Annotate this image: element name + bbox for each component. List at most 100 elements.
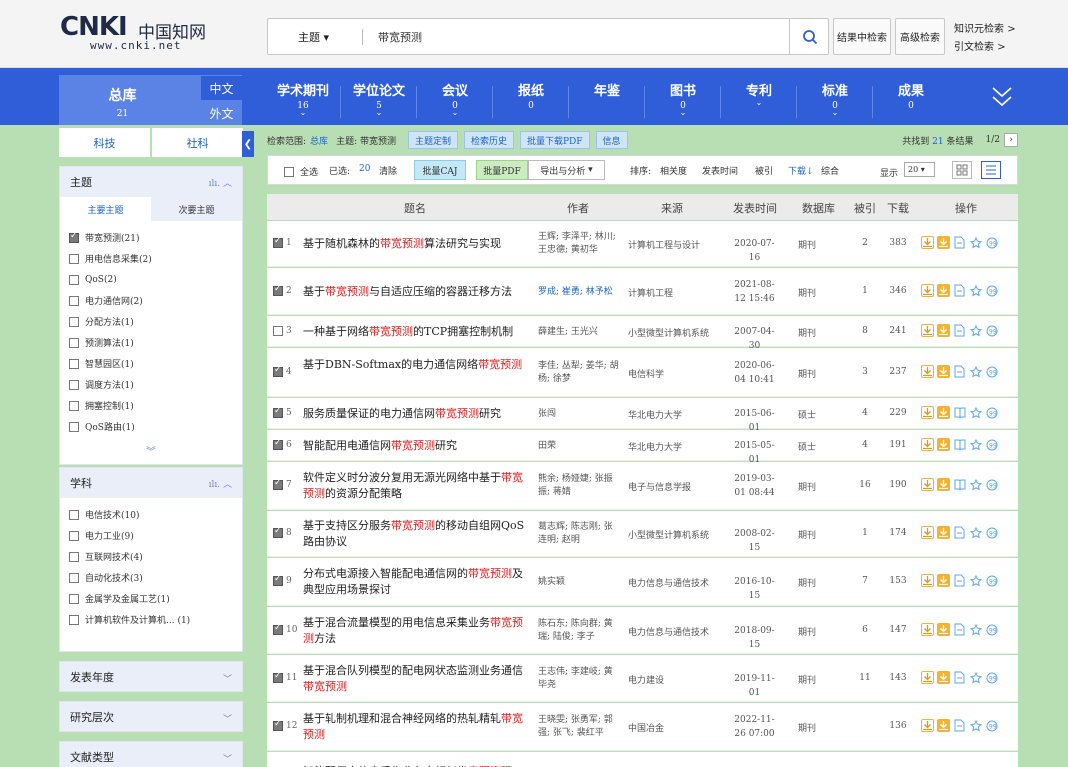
- download-icon[interactable]: [921, 671, 934, 684]
- batch-caj-button[interactable]: 批量CAJ: [414, 160, 466, 180]
- cite-icon[interactable]: 99: [985, 236, 998, 249]
- star-icon[interactable]: [969, 324, 982, 337]
- subject-filter-header[interactable]: 学科 ılı. ︿: [60, 468, 242, 498]
- source-link[interactable]: 华北电力大学: [628, 440, 732, 453]
- cite-icon[interactable]: 99: [985, 478, 998, 491]
- checkbox[interactable]: [69, 253, 79, 264]
- col-date[interactable]: 发表时间: [733, 200, 777, 216]
- row-select[interactable]: 9: [273, 574, 292, 586]
- checkbox[interactable]: [273, 623, 283, 635]
- result-search-button[interactable]: 结果中检索: [833, 18, 891, 55]
- checkbox[interactable]: [273, 406, 283, 418]
- paper-title-link[interactable]: 服务质量保证的电力通信网带宽预测研究: [303, 406, 525, 422]
- checkbox[interactable]: [69, 530, 79, 541]
- checkbox[interactable]: [284, 166, 294, 177]
- chart-chevron-up-icon[interactable]: ılı. ︿: [209, 477, 232, 490]
- checkbox[interactable]: [69, 337, 79, 348]
- row-select[interactable]: 10: [273, 623, 297, 635]
- nav-tab[interactable]: 年鉴: [569, 80, 645, 124]
- download-icon[interactable]: [921, 623, 934, 636]
- html-read-icon[interactable]: [953, 623, 966, 636]
- paper-title-link[interactable]: 软件定义时分波分复用无源光网络中基于带宽预测的资源分配策略: [303, 470, 525, 502]
- download-pdf-icon[interactable]: [937, 236, 950, 249]
- row-select[interactable]: 4: [273, 365, 292, 377]
- read-online-icon[interactable]: [953, 438, 966, 451]
- author-list[interactable]: 葛志辉; 陈志刚; 张连明; 赵明: [538, 521, 620, 547]
- filter-item[interactable]: 金属学及金属工艺(1): [60, 588, 242, 609]
- nav-tab[interactable]: 图书 0 ⌄: [645, 80, 721, 124]
- checkbox[interactable]: [69, 379, 79, 390]
- nav-tab[interactable]: 学术期刊 16 ⌄: [265, 80, 341, 124]
- cite-icon[interactable]: 99: [985, 671, 998, 684]
- filter-item[interactable]: 智慧园区(1): [60, 353, 242, 374]
- cite-icon[interactable]: 99: [985, 574, 998, 587]
- download-icon[interactable]: [921, 719, 934, 732]
- source-link[interactable]: 电力信息与通信技术: [628, 576, 732, 589]
- row-select[interactable]: 7: [273, 478, 292, 490]
- star-icon[interactable]: [969, 236, 982, 249]
- html-read-icon[interactable]: [953, 671, 966, 684]
- filter-item[interactable]: 用电信息采集(2): [60, 248, 242, 269]
- star-icon[interactable]: [969, 719, 982, 732]
- html-read-icon[interactable]: [953, 324, 966, 337]
- row-select[interactable]: 1: [273, 236, 292, 248]
- col-title[interactable]: 题名: [404, 200, 426, 216]
- filter-item[interactable]: 拥塞控制(1): [60, 395, 242, 416]
- author-list[interactable]: 张闯: [538, 408, 620, 421]
- row-select[interactable]: 6: [273, 438, 292, 450]
- source-link[interactable]: 中国冶金: [628, 721, 732, 734]
- sort-cited[interactable]: 被引: [755, 164, 773, 177]
- citation-search-link[interactable]: 引文检索 >: [954, 38, 1006, 53]
- cited-count[interactable]: 4: [855, 408, 875, 418]
- filter-item[interactable]: QoS(2): [60, 269, 242, 290]
- paper-title-link[interactable]: 一种基于网络带宽预测的TCP拥塞控制机制: [303, 324, 525, 340]
- checkbox[interactable]: [273, 326, 283, 336]
- collapse-sidebar-button[interactable]: ❮: [242, 131, 254, 157]
- read-online-icon[interactable]: [953, 478, 966, 491]
- export-analysis-dropdown[interactable]: 导出与分析 ▾: [528, 160, 605, 180]
- nav-tab[interactable]: 学位论文 5 ⌄: [341, 80, 417, 124]
- col-downloads[interactable]: 下载: [887, 200, 909, 216]
- filter-item[interactable]: 电力通信网(2): [60, 290, 242, 311]
- filter-item[interactable]: 预测算法(1): [60, 332, 242, 353]
- filter-item[interactable]: 调度方法(1): [60, 374, 242, 395]
- year-filter-header[interactable]: 发表年度 ﹀: [59, 661, 243, 692]
- checkbox[interactable]: [69, 421, 79, 432]
- cnki-logo[interactable]: CNKI 中国知网 www.cnki.net: [60, 12, 210, 54]
- row-select[interactable]: 2: [273, 284, 292, 296]
- html-read-icon[interactable]: [953, 719, 966, 732]
- tab-all-library[interactable]: 总库 21: [59, 75, 186, 125]
- row-select[interactable]: 8: [273, 526, 292, 538]
- clear-selection-button[interactable]: 清除: [379, 164, 397, 177]
- html-read-icon[interactable]: [953, 365, 966, 378]
- scope-library[interactable]: 总库: [310, 134, 328, 147]
- checkbox[interactable]: [273, 236, 283, 248]
- paper-title-link[interactable]: 基于带宽预测与自适应压缩的容器迁移方法: [303, 284, 525, 300]
- source-link[interactable]: 电力信息与通信技术: [628, 625, 732, 638]
- cited-count[interactable]: 11: [855, 673, 875, 683]
- batch-pdf-button[interactable]: 批量PDF: [476, 160, 528, 180]
- sort-relevance[interactable]: 相关度: [660, 164, 687, 177]
- col-author[interactable]: 作者: [567, 200, 589, 216]
- cited-count[interactable]: 16: [855, 480, 875, 490]
- cited-count[interactable]: 4: [855, 440, 875, 450]
- paper-title-link[interactable]: 基于混合流量模型的用电信息采集业务带宽预测方法: [303, 615, 525, 647]
- sort-download[interactable]: 下载↓: [788, 164, 814, 177]
- author-list[interactable]: 陈石东; 陈向群; 黄瑞; 陆俊; 李子: [538, 618, 620, 644]
- html-read-icon[interactable]: [953, 574, 966, 587]
- checkbox[interactable]: [273, 284, 283, 296]
- tab-secondary-topic[interactable]: 次要主题: [151, 197, 242, 221]
- download-pdf-icon[interactable]: [937, 623, 950, 636]
- cited-count[interactable]: 2: [855, 238, 875, 248]
- select-all-checkbox[interactable]: 全选: [284, 165, 318, 178]
- paper-title-link[interactable]: 基于DBN-Softmax的电力通信网络带宽预测: [303, 357, 525, 373]
- star-icon[interactable]: [969, 365, 982, 378]
- search-button[interactable]: [789, 18, 829, 55]
- cite-icon[interactable]: 99: [985, 719, 998, 732]
- star-icon[interactable]: [969, 284, 982, 297]
- download-icon[interactable]: [921, 284, 934, 297]
- cited-count[interactable]: 8: [855, 326, 875, 336]
- star-icon[interactable]: [969, 478, 982, 491]
- cite-icon[interactable]: 99: [985, 623, 998, 636]
- download-pdf-icon[interactable]: [937, 365, 950, 378]
